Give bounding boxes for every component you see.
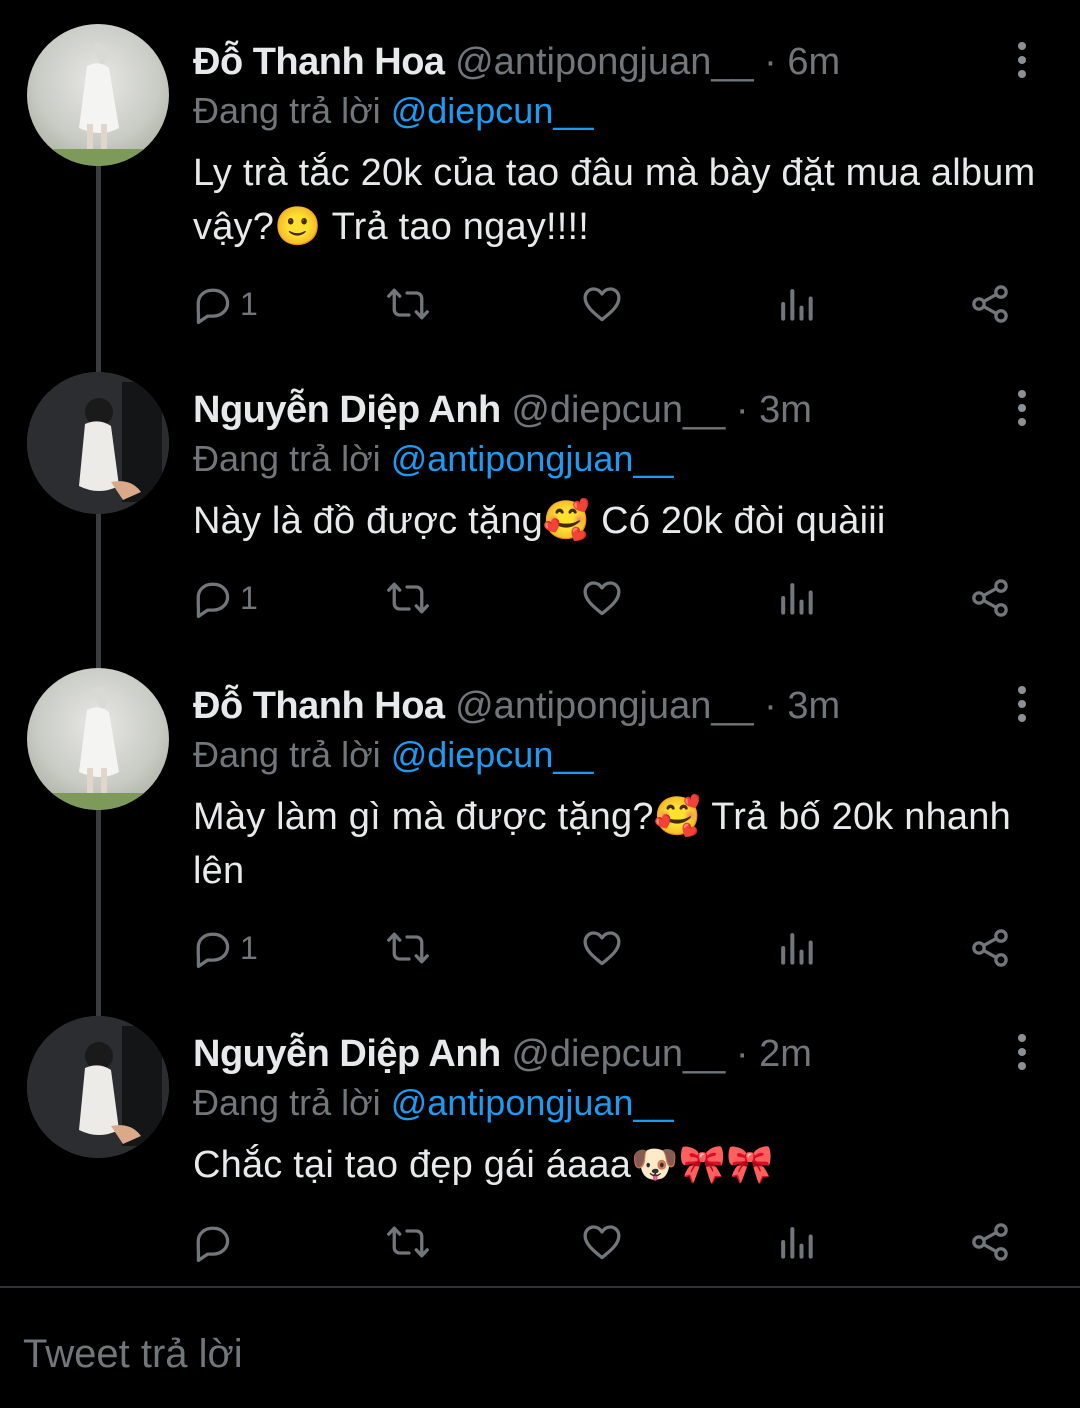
stats-icon (781, 583, 813, 615)
tweet-actions: 1 (190, 276, 1040, 332)
avatar[interactable] (27, 1016, 169, 1158)
separator: · (735, 389, 749, 431)
more-vertical-icon[interactable] (1008, 682, 1036, 730)
mention-link[interactable]: @diepcun__ (391, 90, 594, 131)
tweet-text: Này là đồ được tặng🥰 Có 20k đòi quàiii (193, 500, 886, 542)
timestamp[interactable]: 2m (759, 1033, 812, 1075)
replying-to: Đang trả lời @antipongjuan__ (193, 1080, 673, 1126)
like-button[interactable] (580, 570, 624, 626)
stats-button[interactable] (774, 1214, 818, 1270)
reply-count: 1 (240, 285, 258, 322)
like-button[interactable] (580, 1214, 624, 1270)
display-name[interactable]: Nguyễn Diệp Anh (193, 1033, 501, 1075)
display-name[interactable]: Đỗ Thanh Hoa (193, 41, 445, 83)
tweet-actions (190, 1214, 1040, 1270)
retweet-icon (387, 582, 429, 614)
replying-to: Đang trả lời @antipongjuan__ (193, 436, 673, 482)
tweet-actions: 1 (190, 570, 1040, 626)
heart-icon (583, 287, 621, 322)
share-icon (972, 579, 1008, 617)
separator: · (764, 41, 777, 83)
more-vertical-icon[interactable] (1008, 38, 1036, 86)
avatar-photo (27, 1016, 169, 1158)
more-vertical-icon[interactable] (1008, 1030, 1036, 1078)
reply-input[interactable]: Tweet trả lời (23, 1326, 243, 1382)
reply-button[interactable] (190, 1214, 240, 1270)
tweet-text: Ly trà tắc 20k của tao đâu mà bày đặt mu… (193, 152, 1036, 248)
tweet-header: Đỗ Thanh Hoa @antipongjuan__ · 3m (193, 682, 840, 730)
avatar-photo (27, 42, 169, 166)
reply-icon (196, 288, 230, 324)
share-button[interactable] (968, 920, 1012, 976)
stats-button[interactable] (774, 276, 818, 332)
tweet-header: Nguyễn Diệp Anh @diepcun__ · 3m (193, 386, 812, 434)
replying-prefix: Đang trả lời (193, 1082, 381, 1123)
retweet-button[interactable] (386, 570, 430, 626)
user-handle[interactable]: @diepcun__ (511, 1033, 725, 1075)
timestamp[interactable]: 3m (787, 685, 840, 727)
heart-icon (583, 581, 621, 616)
reply-count: 1 (240, 579, 258, 616)
heart-icon (583, 931, 621, 966)
replying-prefix: Đang trả lời (193, 90, 381, 131)
divider (0, 1286, 1080, 1288)
stats-button[interactable] (774, 920, 818, 976)
mention-link[interactable]: @diepcun__ (391, 734, 594, 775)
share-button[interactable] (968, 276, 1012, 332)
replying-to: Đang trả lời @diepcun__ (193, 732, 593, 778)
timestamp[interactable]: 3m (759, 389, 812, 431)
retweet-button[interactable] (386, 276, 430, 332)
user-handle[interactable]: @diepcun__ (511, 389, 725, 431)
heart-icon (583, 1225, 621, 1260)
user-handle[interactable]: @antipongjuan__ (455, 41, 754, 83)
retweet-icon (387, 932, 429, 964)
display-name[interactable]: Nguyễn Diệp Anh (193, 389, 501, 431)
avatar[interactable] (27, 668, 169, 810)
share-button[interactable] (968, 1214, 1012, 1270)
reply-count: 1 (240, 929, 258, 966)
share-icon (972, 285, 1008, 323)
like-button[interactable] (580, 276, 624, 332)
retweet-icon (387, 1226, 429, 1258)
stats-icon (781, 289, 813, 321)
share-icon (972, 1223, 1008, 1261)
separator: · (735, 1033, 749, 1075)
reply-button[interactable]: 1 (190, 920, 258, 976)
tweet-actions: 1 (190, 920, 1040, 976)
avatar[interactable] (27, 24, 169, 166)
user-handle[interactable]: @antipongjuan__ (455, 685, 754, 727)
stats-icon (781, 933, 813, 965)
separator: · (764, 685, 777, 727)
mention-link[interactable]: @antipongjuan__ (391, 1082, 674, 1123)
tweet-header: Đỗ Thanh Hoa @antipongjuan__ · 6m (193, 38, 840, 86)
display-name[interactable]: Đỗ Thanh Hoa (193, 685, 445, 727)
replying-prefix: Đang trả lời (193, 438, 381, 479)
tweet-text: Chắc tại tao đẹp gái áaaa🐶🎀🎀 (193, 1144, 774, 1186)
mention-link[interactable]: @antipongjuan__ (391, 438, 674, 479)
retweet-icon (387, 288, 429, 320)
like-button[interactable] (580, 920, 624, 976)
share-button[interactable] (968, 570, 1012, 626)
reply-icon (196, 582, 230, 618)
replying-to: Đang trả lời @diepcun__ (193, 88, 593, 134)
avatar-photo (27, 372, 169, 514)
reply-icon (196, 1226, 230, 1262)
replying-prefix: Đang trả lời (193, 734, 381, 775)
more-vertical-icon[interactable] (1008, 386, 1036, 434)
retweet-button[interactable] (386, 920, 430, 976)
share-icon (972, 929, 1008, 967)
timestamp[interactable]: 6m (787, 41, 840, 83)
stats-icon (781, 1227, 813, 1259)
stats-button[interactable] (774, 570, 818, 626)
reply-button[interactable]: 1 (190, 570, 258, 626)
avatar[interactable] (27, 372, 169, 514)
reply-button[interactable]: 1 (190, 276, 258, 332)
retweet-button[interactable] (386, 1214, 430, 1270)
tweet-text: Mày làm gì mà được tặng?🥰 Trả bố 20k nha… (193, 796, 1011, 892)
thread-line (96, 150, 101, 1018)
tweet-header: Nguyễn Diệp Anh @diepcun__ · 2m (193, 1030, 812, 1078)
avatar-photo (27, 686, 169, 810)
reply-icon (196, 932, 230, 968)
